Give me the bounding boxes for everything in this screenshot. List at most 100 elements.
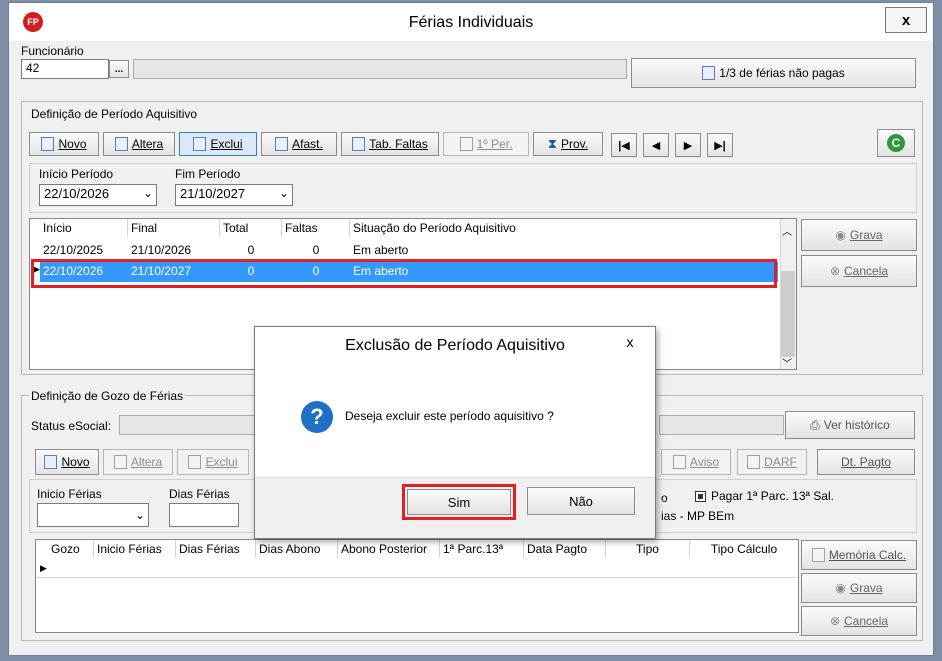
previous-record-icon[interactable]: ◀ [643, 133, 669, 157]
col-inicio[interactable]: Início [40, 219, 128, 237]
edit-icon [114, 137, 128, 151]
table-row[interactable]: Em aberto [350, 241, 411, 259]
selected-row-annotation [31, 259, 777, 288]
col-dias-abono[interactable]: Dias Abono [256, 540, 338, 558]
status-esocial-label: Status eSocial: [31, 419, 112, 433]
funcionario-browse-button[interactable]: ... [109, 60, 129, 78]
fim-periodo-select[interactable]: 21/10/2027 ⌄ [175, 184, 293, 206]
dias-ferias-label: Dias Férias [169, 487, 230, 501]
report-icon [702, 66, 716, 80]
new-document-icon [44, 455, 58, 469]
green-c-icon: C [887, 134, 905, 152]
table-icon [352, 137, 366, 151]
col-total[interactable]: Total [220, 219, 282, 237]
funcionario-code-input[interactable]: 42 [21, 59, 109, 79]
ferias-nao-pagas-label: 1/3 de férias não pagas [719, 66, 845, 80]
col-final[interactable]: Final [128, 219, 220, 237]
aquisitivo-novo-button[interactable]: Novo [29, 132, 99, 156]
col-tipo-calculo[interactable]: Tipo Cálculo [690, 540, 798, 558]
new-document-icon [41, 137, 55, 151]
chevron-down-icon: ⌄ [142, 186, 153, 200]
scroll-thumb[interactable] [781, 271, 795, 357]
col-abono-posterior[interactable]: Abono Posterior [338, 540, 440, 558]
gozo-cancela-button[interactable]: ⊗ Cancela [801, 606, 917, 636]
aquisitivo-cancela-button[interactable]: ⊗ Cancela [801, 255, 917, 287]
col-situacao[interactable]: Situação do Período Aquisitivo [350, 219, 778, 237]
last-record-icon[interactable]: ▶| [707, 133, 733, 157]
chevron-down-icon: ⌄ [134, 508, 145, 522]
cancel-icon: ⊗ [829, 264, 841, 278]
dialog-close-button[interactable]: x [611, 329, 649, 355]
nao-button[interactable]: Não [527, 487, 635, 515]
person-icon [275, 137, 289, 151]
funcionario-name-field [133, 59, 627, 79]
aquisitivo-grava-button[interactable]: ◉ Grava [801, 219, 917, 251]
aviso-button[interactable]: Aviso [661, 449, 731, 475]
aquisitivo-altera-button[interactable]: Altera [103, 132, 175, 156]
window-title: Férias Individuais [408, 14, 534, 31]
table-row[interactable]: 0 [282, 241, 350, 259]
inicio-ferias-label: Inicio Férias [37, 487, 102, 501]
title-bar: FP Férias Individuais x [9, 3, 933, 41]
next-record-icon[interactable]: ▶ [675, 133, 701, 157]
aquisitivo-tab-faltas-button[interactable]: Tab. Faltas [341, 132, 439, 156]
mp-bem-label: ias - MP BEm [661, 509, 735, 523]
edit-icon [113, 455, 127, 469]
dialog-title: Exclusão de Período Aquisitivo [345, 337, 565, 354]
document-icon [747, 455, 761, 469]
question-icon: ? [301, 401, 333, 433]
gozo-grava-button[interactable]: ◉ Grava [801, 573, 917, 603]
gozo-exclui-button[interactable]: Exclui [177, 449, 249, 475]
col-data-pagto[interactable]: Data Pagto [524, 540, 606, 558]
ver-historico-button[interactable]: ⎙ Ver histórico [785, 411, 915, 439]
aquisitivo-1-per-button[interactable]: 1º Per. [443, 132, 529, 156]
scroll-down-icon[interactable]: ﹀ [782, 355, 792, 370]
periodo-panel [29, 163, 917, 213]
memoria-calc-button[interactable]: Memória Calc. [801, 540, 917, 570]
aquisitivo-prov-button[interactable]: ⧗ Prov. [533, 132, 603, 156]
status-esocial-field [119, 415, 269, 435]
hourglass-icon: ⧗ [547, 136, 557, 151]
status-esocial-detail-field [659, 415, 784, 435]
first-record-icon[interactable]: |◀ [611, 133, 637, 157]
cancel-icon: ⊗ [829, 614, 841, 628]
table-row[interactable]: 21/10/2026 [128, 241, 194, 259]
dialog-message: Deseja excluir este período aquisitivo ? [345, 409, 554, 423]
gozo-grid: Gozo Inicio Férias Dias Férias Dias Abon… [35, 539, 799, 633]
table-row[interactable]: 22/10/2025 [40, 241, 106, 259]
gozo-novo-button[interactable]: Novo [35, 449, 99, 475]
sim-button-annotation [402, 484, 516, 520]
document-icon [811, 548, 825, 562]
table-row[interactable]: 0 [220, 241, 282, 259]
gozo-altera-button[interactable]: Altera [103, 449, 173, 475]
col-gozo[interactable]: Gozo [48, 540, 94, 558]
document-icon [672, 455, 686, 469]
table-row[interactable] [36, 558, 798, 578]
inicio-periodo-select[interactable]: 22/10/2026 ⌄ [39, 184, 157, 206]
col-1-parc-13[interactable]: 1ª Parc.13ª [440, 540, 524, 558]
close-window-button[interactable]: x [885, 7, 927, 33]
dias-ferias-input[interactable] [169, 503, 239, 527]
delete-document-icon [193, 137, 207, 151]
check-icon: ◉ [835, 581, 846, 595]
col-tipo[interactable]: Tipo [606, 540, 690, 558]
ferias-nao-pagas-button[interactable]: 1/3 de férias não pagas [631, 58, 916, 88]
aquisitivo-exclui-button[interactable]: Exclui [179, 132, 257, 156]
pagar-13-label: Pagar 1ª Parc. 13ª Sal. [711, 489, 834, 503]
eSocial-refresh-button[interactable]: C [877, 129, 915, 157]
delete-document-icon [188, 455, 202, 469]
funcionario-label: Funcionário [21, 44, 84, 58]
col-dias-ferias[interactable]: Dias Férias [176, 540, 256, 558]
fim-periodo-label: Fim Período [175, 167, 241, 181]
inicio-periodo-label: Início Período [39, 167, 114, 181]
check-icon: ◉ [835, 228, 846, 242]
inicio-ferias-select[interactable]: ⌄ [37, 503, 149, 527]
scroll-up-icon[interactable]: ︿ [782, 223, 792, 238]
col-inicio-ferias[interactable]: Inicio Férias [94, 540, 176, 558]
partial-label-o: o [661, 491, 668, 505]
col-faltas[interactable]: Faltas [282, 219, 350, 237]
aquisitivo-afast-button[interactable]: Afast. [261, 132, 337, 156]
darf-button[interactable]: DARF [737, 449, 807, 475]
dt-pagto-button[interactable]: Dt. Pagto [817, 449, 915, 475]
pagar-13-checkbox[interactable] [695, 491, 706, 502]
